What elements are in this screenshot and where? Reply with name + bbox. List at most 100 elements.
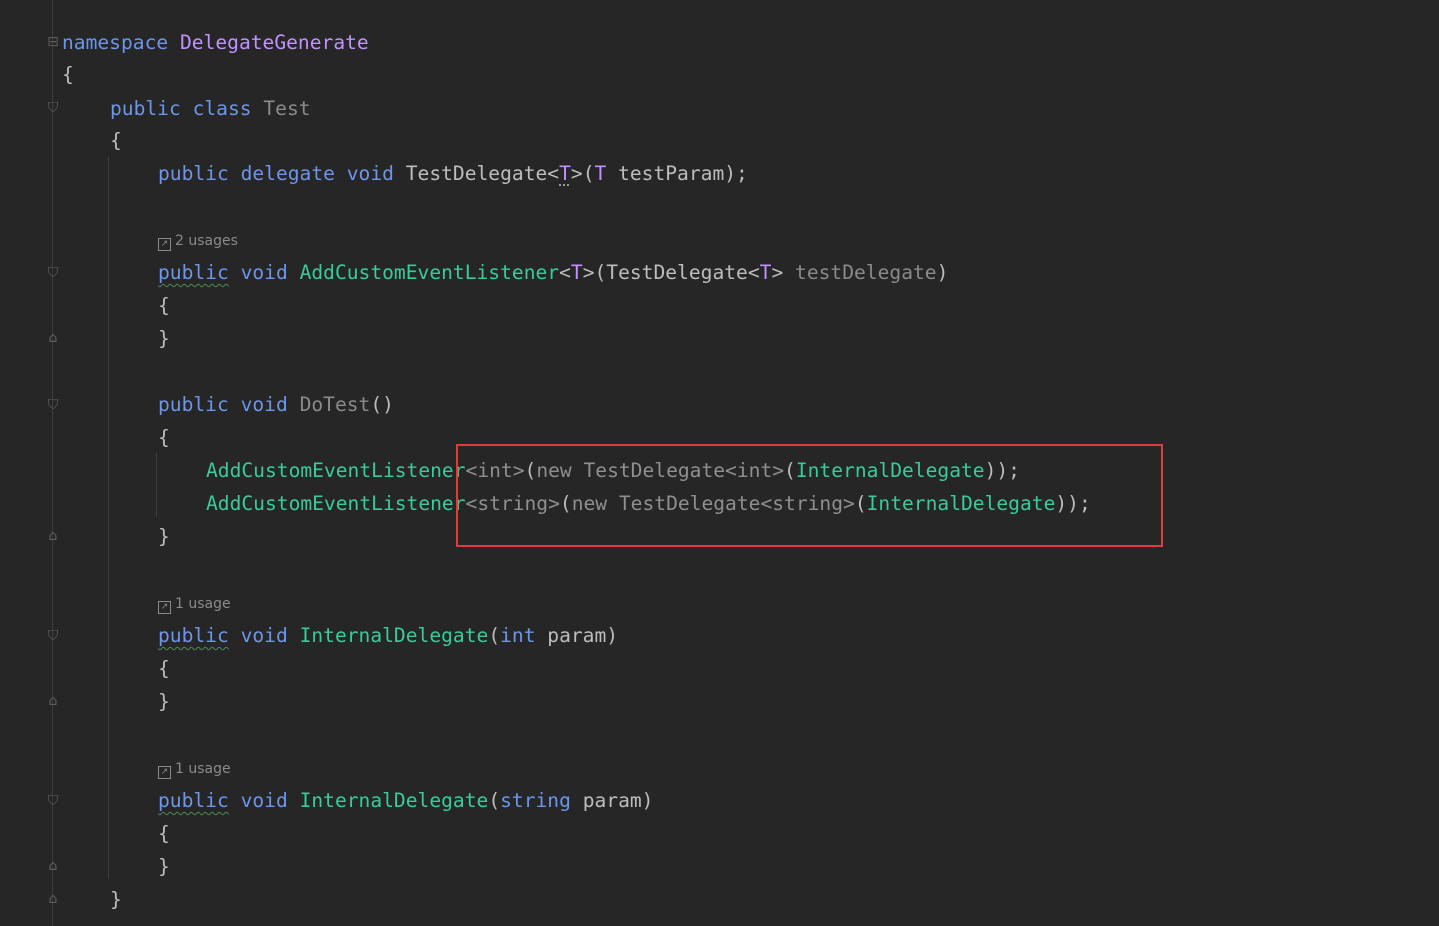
code-line-17[interactable]: public void InternalDelegate(string para… [158, 784, 653, 817]
usage-count: 1 usage [175, 596, 231, 612]
indent-guide [108, 157, 109, 879]
fold-end-icon[interactable]: ⌂ [45, 891, 61, 907]
class-name: Test [263, 97, 311, 120]
keyword-public: public [158, 261, 229, 284]
paren-close: ) [641, 789, 654, 812]
brace: } [110, 888, 122, 911]
keyword-public: public [158, 624, 229, 647]
brace: } [158, 690, 170, 713]
code-line-2[interactable]: { [62, 58, 74, 91]
usage-link-icon: ↗ [158, 766, 171, 779]
parens: () [370, 393, 394, 416]
paren-open: ( [594, 261, 607, 284]
delegate-name: TestDelegate [405, 162, 548, 185]
keyword-delegate: delegate [240, 162, 335, 185]
code-line-7[interactable]: { [158, 289, 170, 322]
angle-close: > [570, 162, 583, 185]
keyword-public: public [158, 162, 229, 185]
method-name: InternalDelegate [299, 624, 489, 647]
code-line-6[interactable]: public void AddCustomEventListener<T>(Te… [158, 256, 948, 289]
method-name: DoTest [299, 393, 371, 416]
param-name: testParam [618, 162, 725, 185]
brace: { [158, 294, 170, 317]
usage-hint[interactable]: ↗ 1 usage [158, 759, 231, 779]
angle-open: < [547, 162, 560, 185]
usage-hint[interactable]: ↗ 1 usage [158, 594, 231, 614]
code-line-14[interactable]: public void InternalDelegate(int param) [158, 619, 618, 652]
angle-open: < [747, 261, 760, 284]
type-param: T [759, 261, 772, 284]
param-type: T [594, 162, 607, 185]
brace: { [158, 657, 170, 680]
indent-guide [156, 453, 157, 517]
keyword-namespace: namespace [62, 31, 169, 54]
namespace-name: DelegateGenerate [179, 31, 369, 54]
code-line-20[interactable]: } [110, 883, 122, 916]
keyword-public: public [158, 393, 229, 416]
angle-close: > [582, 261, 595, 284]
param-type: string [500, 789, 571, 812]
param-name: param [582, 789, 642, 812]
paren-open: ( [488, 624, 501, 647]
fold-end-icon[interactable]: ⌂ [45, 693, 61, 709]
keyword-void: void [346, 162, 394, 185]
brace: } [158, 525, 170, 548]
angle-close: > [771, 261, 784, 284]
code-line-13[interactable]: } [158, 520, 170, 553]
method-call: AddCustomEventListener [206, 459, 466, 482]
code-line-5[interactable]: public delegate void TestDelegate<T>(T t… [158, 157, 748, 190]
type-param: T [570, 261, 583, 284]
param-type: TestDelegate [606, 261, 748, 284]
method-name: AddCustomEventListener [299, 261, 560, 284]
fold-marker-icon[interactable]: ⛉ [45, 100, 61, 116]
brace: { [158, 822, 170, 845]
code-line-9[interactable]: public void DoTest() [158, 388, 394, 421]
brace: { [110, 129, 122, 152]
brace: { [158, 426, 170, 449]
fold-marker-icon[interactable]: ⛉ [45, 397, 61, 413]
fold-end-icon[interactable]: ⌂ [45, 858, 61, 874]
paren-close: ) [606, 624, 619, 647]
keyword-class: class [192, 97, 252, 120]
gutter-divider [52, 0, 53, 926]
code-line-16[interactable]: } [158, 685, 170, 718]
code-line-8[interactable]: } [158, 322, 170, 355]
paren-open: ( [582, 162, 595, 185]
brace: } [158, 327, 170, 350]
fold-marker-icon[interactable]: ⊟ [45, 34, 61, 50]
code-line-18[interactable]: { [158, 817, 170, 850]
code-line-10[interactable]: { [158, 421, 170, 454]
param-name: param [547, 624, 607, 647]
param-name: testDelegate [795, 261, 937, 284]
paren-close: ) [936, 261, 949, 284]
method-name: InternalDelegate [299, 789, 489, 812]
usage-hint[interactable]: ↗ 2 usages [158, 231, 238, 251]
usage-count: 2 usages [175, 233, 238, 249]
keyword-void: void [240, 624, 288, 647]
fold-marker-icon[interactable]: ⛉ [45, 793, 61, 809]
code-line-3[interactable]: public class Test [110, 92, 311, 125]
code-line-4[interactable]: { [110, 124, 122, 157]
highlight-annotation-box [456, 444, 1163, 547]
fold-end-icon[interactable]: ⌂ [45, 528, 61, 544]
angle-open: < [559, 261, 571, 284]
keyword-public: public [110, 97, 181, 120]
code-line-15[interactable]: { [158, 652, 170, 685]
fold-end-icon[interactable]: ⌂ [45, 330, 61, 346]
type-param: T [559, 162, 571, 185]
fold-marker-icon[interactable]: ⛉ [45, 628, 61, 644]
keyword-void: void [240, 261, 288, 284]
paren-open: ( [488, 789, 501, 812]
keyword-void: void [240, 789, 288, 812]
brace: } [158, 855, 170, 878]
code-line-19[interactable]: } [158, 850, 170, 883]
code-line-1[interactable]: namespace DelegateGenerate [62, 26, 369, 59]
paren-close: ); [724, 162, 748, 185]
keyword-public: public [158, 789, 229, 812]
param-type: int [500, 624, 536, 647]
usage-link-icon: ↗ [158, 601, 171, 614]
fold-marker-icon[interactable]: ⛉ [45, 265, 61, 281]
keyword-void: void [240, 393, 288, 416]
method-call: AddCustomEventListener [206, 492, 466, 515]
usage-link-icon: ↗ [158, 238, 171, 251]
